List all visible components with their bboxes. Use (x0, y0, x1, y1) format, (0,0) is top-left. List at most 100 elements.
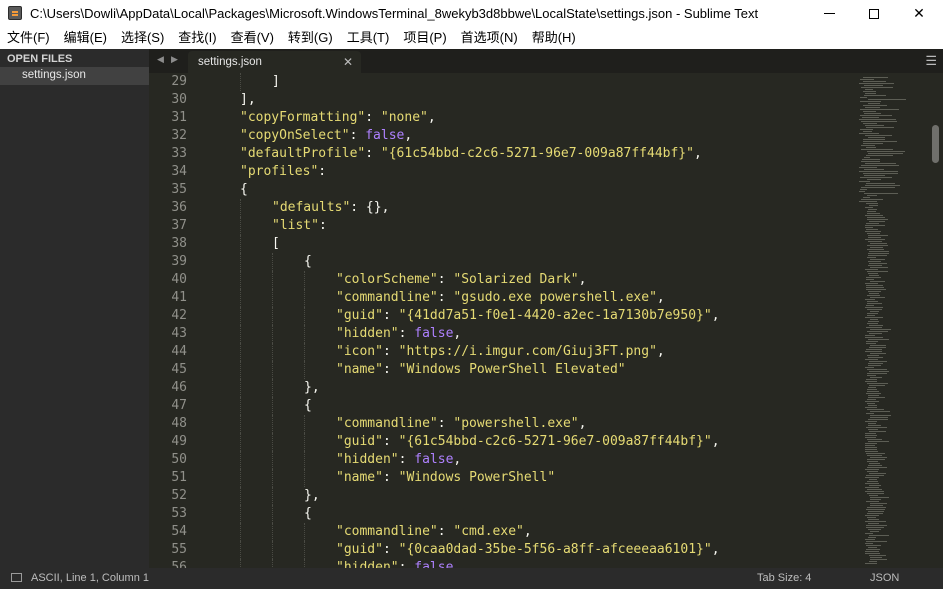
punctuation-token: , (453, 326, 462, 341)
minimap-line (861, 121, 897, 122)
status-syntax[interactable]: JSON (870, 572, 899, 584)
minimap[interactable] (857, 73, 927, 568)
indent-guide (240, 289, 241, 307)
minimap-line (865, 563, 877, 564)
line-number: 43 (171, 326, 187, 341)
menu-edit[interactable]: 编辑(E) (57, 27, 114, 49)
minimap-line (867, 301, 878, 302)
tab-prev-icon[interactable]: ◀ (157, 54, 164, 65)
minimap-line (866, 549, 880, 550)
boolean-token: false (414, 326, 454, 341)
minimap-line (862, 117, 879, 118)
minimap-line (869, 431, 886, 432)
minimap-line (859, 181, 870, 182)
indent-guide (272, 343, 273, 361)
indent-guide (272, 451, 273, 469)
minimap-line (868, 529, 881, 530)
minimap-line (866, 379, 877, 380)
menu-preferences[interactable]: 首选项(N) (454, 27, 525, 49)
minimap-line (867, 389, 877, 390)
minimap-line (865, 367, 874, 368)
minimap-line (859, 83, 894, 84)
code-line: "name": "Windows PowerShell Elevated" (336, 361, 626, 379)
minimap-line (861, 149, 893, 150)
string-token: "hidden" (336, 560, 399, 568)
menu-goto[interactable]: 转到(G) (281, 27, 340, 49)
line-number: 30 (171, 92, 187, 107)
menu-tools[interactable]: 工具(T) (340, 27, 397, 49)
open-files-header: OPEN FILES (7, 53, 73, 65)
minimap-line (865, 491, 884, 492)
minimap-line (866, 509, 885, 510)
status-tab-size[interactable]: Tab Size: 4 (757, 572, 811, 584)
string-token: "Windows PowerShell Elevated" (398, 362, 626, 377)
minimap-line (869, 479, 877, 480)
indent-guide (240, 271, 241, 289)
minimap-line (865, 231, 881, 232)
punctuation-token: ], (240, 92, 256, 107)
line-number: 39 (171, 254, 187, 269)
sidebar-file-settings[interactable]: settings.json (0, 67, 149, 85)
line-number: 40 (171, 272, 187, 287)
minimap-line (863, 197, 870, 198)
minimize-button[interactable] (806, 0, 852, 27)
minimap-line (866, 525, 887, 526)
minimap-line (861, 165, 899, 166)
minimap-line (865, 521, 886, 522)
menu-view[interactable]: 查看(V) (224, 27, 281, 49)
minimap-line (869, 473, 886, 474)
minimap-line (868, 425, 881, 426)
line-number: 44 (171, 344, 187, 359)
status-bar: ASCII, Line 1, Column 1 Tab Size: 4 JSON (0, 568, 943, 589)
minimap-line (865, 215, 883, 216)
code-line: "hidden": false (336, 559, 453, 568)
indent-guide (240, 199, 241, 217)
minimap-line (870, 497, 889, 498)
code-area[interactable]: ]], "copyFormatting": "none", "copyOnSelec… (208, 73, 848, 568)
minimap-line (861, 161, 880, 162)
minimap-line (865, 449, 877, 450)
status-position[interactable]: ASCII, Line 1, Column 1 (31, 572, 149, 584)
punctuation-token: : (398, 560, 415, 568)
minimap-line (865, 551, 879, 552)
minimap-line (864, 175, 885, 176)
string-token: "{0caa0dad-35be-5f56-a8ff-afceeeaa6101}" (398, 542, 712, 557)
menu-find[interactable]: 查找(I) (171, 27, 223, 49)
punctuation-token: { (304, 506, 312, 521)
minimap-line (869, 485, 881, 486)
vertical-scrollbar[interactable] (929, 73, 943, 568)
code-line: { (304, 397, 312, 415)
string-token: "powershell.exe" (453, 416, 579, 431)
close-button[interactable]: ✕ (896, 0, 942, 27)
maximize-button[interactable] (851, 0, 897, 27)
minimap-line (870, 329, 891, 330)
menu-help[interactable]: 帮助(H) (525, 27, 583, 49)
minimap-line (868, 363, 883, 364)
punctuation-token: : (382, 344, 399, 359)
menu-selection[interactable]: 选择(S) (114, 27, 171, 49)
minimap-line (870, 267, 888, 268)
boolean-token: false (414, 560, 454, 568)
editor[interactable]: 29 30 31 32 33 34 35 36 37 38 39 40 41 42 43 44 45 46 47 48… (149, 73, 943, 568)
string-token: "profiles" (240, 164, 319, 179)
tab-next-icon[interactable]: ▶ (171, 54, 178, 65)
code-line: "hidden": false, (336, 325, 461, 343)
indent-guide (240, 343, 241, 361)
indent-guide (304, 343, 305, 361)
tab-menu-icon[interactable]: ☰ (925, 53, 937, 69)
line-number: 45 (171, 362, 187, 377)
tab-close-icon[interactable]: ✕ (343, 55, 353, 69)
scroll-thumb[interactable] (932, 125, 939, 163)
minimap-line (868, 237, 881, 238)
string-token: "{41dd7a51-f0e1-4420-a2ec-1a7130b7e950}" (398, 308, 712, 323)
panel-icon[interactable] (11, 573, 22, 582)
minimap-line (865, 93, 876, 94)
indent-guide (272, 433, 273, 451)
minimap-line (866, 453, 885, 454)
code-line: "commandline": "cmd.exe", (336, 523, 532, 541)
string-token: "none" (380, 110, 428, 125)
menu-project[interactable]: 项目(P) (396, 27, 453, 49)
menu-file[interactable]: 文件(F) (0, 27, 57, 49)
minimap-line (869, 293, 879, 294)
tab-settings-json[interactable]: settings.json ✕ (188, 51, 361, 73)
